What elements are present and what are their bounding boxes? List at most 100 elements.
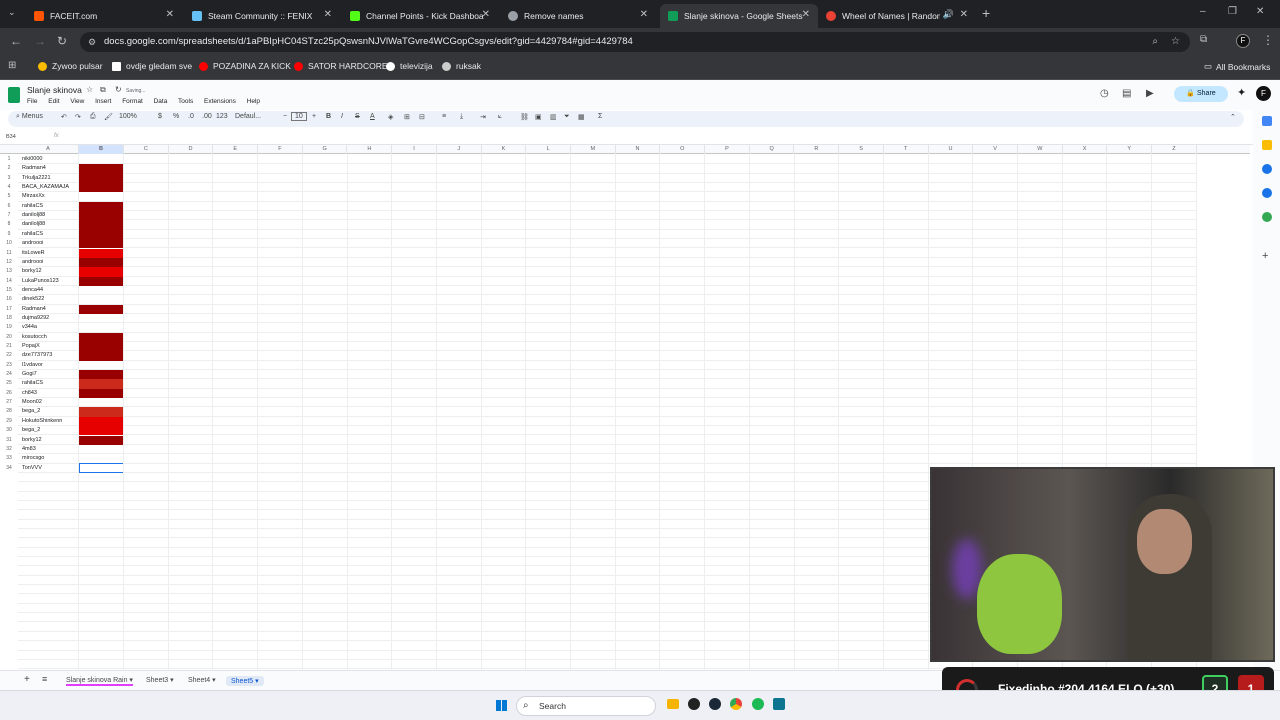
filled-cell[interactable] bbox=[79, 388, 124, 399]
menu-file[interactable]: File bbox=[27, 98, 37, 105]
close-icon[interactable]: ✕ bbox=[960, 9, 968, 20]
italic-icon[interactable]: I bbox=[341, 113, 343, 120]
filled-cell[interactable] bbox=[79, 201, 124, 212]
row-header[interactable] bbox=[0, 521, 18, 530]
row-header[interactable]: 22 bbox=[0, 352, 18, 361]
column-header[interactable]: D bbox=[169, 145, 214, 154]
functions-icon[interactable]: Σ bbox=[598, 113, 602, 120]
name-cell[interactable]: androooi bbox=[22, 239, 43, 248]
close-icon[interactable]: ✕ bbox=[802, 9, 810, 20]
name-cell[interactable]: dujma9292 bbox=[22, 314, 49, 323]
minimize-icon[interactable]: – bbox=[1200, 6, 1206, 17]
bookmark-televizija[interactable]: televizija bbox=[386, 61, 433, 71]
filled-cell[interactable] bbox=[79, 351, 124, 361]
strikethrough-icon[interactable]: S bbox=[355, 113, 360, 120]
row-header[interactable]: 34 bbox=[0, 465, 18, 474]
row-header[interactable]: 13 bbox=[0, 268, 18, 277]
sheet-tab-3[interactable]: Sheet3 ▾ bbox=[146, 676, 174, 684]
sheets-logo-icon[interactable] bbox=[8, 87, 20, 103]
filled-cell[interactable] bbox=[79, 342, 124, 352]
currency-button[interactable]: $ bbox=[158, 113, 162, 120]
row-header[interactable]: 7 bbox=[0, 212, 18, 221]
row-header[interactable] bbox=[0, 614, 18, 623]
name-cell[interactable]: mirocsgo bbox=[22, 454, 44, 463]
column-header[interactable]: W bbox=[1018, 145, 1063, 154]
column-header[interactable]: S bbox=[839, 145, 884, 154]
name-cell[interactable]: Moon02 bbox=[22, 398, 42, 407]
filled-cell[interactable] bbox=[79, 164, 124, 174]
name-cell[interactable]: dze7737973 bbox=[22, 351, 52, 360]
column-header[interactable]: J bbox=[437, 145, 482, 154]
tab-steam[interactable]: Steam Community :: FENIX ✕ bbox=[184, 4, 340, 28]
column-header[interactable]: I bbox=[392, 145, 437, 154]
column-header[interactable]: Z bbox=[1152, 145, 1197, 154]
new-tab-icon[interactable]: + bbox=[982, 5, 990, 21]
column-header[interactable]: N bbox=[616, 145, 661, 154]
name-cell[interactable]: rahilaCS bbox=[22, 379, 43, 388]
bookmark-sator[interactable]: SATOR HARDCORE bbox=[294, 61, 388, 71]
rotate-icon[interactable]: ⟀ bbox=[498, 113, 502, 121]
row-header[interactable] bbox=[0, 474, 18, 483]
borders-icon[interactable]: ⊞ bbox=[404, 113, 410, 121]
tab-kick[interactable]: Channel Points - Kick Dashboa ✕ bbox=[342, 4, 498, 28]
filled-cell[interactable] bbox=[79, 426, 124, 436]
zoom-icon[interactable]: ⌕ bbox=[1152, 32, 1158, 52]
tab-wheel-of-names[interactable]: Wheel of Names | Random 🔊 ✕ bbox=[818, 4, 976, 28]
filled-cell[interactable] bbox=[79, 248, 124, 258]
valign-icon[interactable]: ⤓ bbox=[460, 113, 463, 121]
column-header[interactable]: K bbox=[482, 145, 527, 154]
menu-format[interactable]: Format bbox=[122, 98, 143, 105]
row-header[interactable]: 3 bbox=[0, 175, 18, 184]
selected-cell[interactable] bbox=[79, 462, 124, 473]
row-header[interactable] bbox=[0, 511, 18, 520]
row-header[interactable] bbox=[0, 595, 18, 604]
tab-faceit[interactable]: FACEIT.com ✕ bbox=[26, 4, 182, 28]
column-header[interactable]: X bbox=[1063, 145, 1108, 154]
name-cell[interactable]: ch843 bbox=[22, 389, 37, 398]
row-header[interactable]: 32 bbox=[0, 446, 18, 455]
tasks-icon[interactable] bbox=[1262, 164, 1272, 174]
row-header[interactable] bbox=[0, 539, 18, 548]
column-header[interactable]: L bbox=[526, 145, 571, 154]
name-cell[interactable]: borky12 bbox=[22, 267, 42, 276]
add-addon-icon[interactable]: + bbox=[1262, 250, 1268, 262]
close-icon[interactable]: ✕ bbox=[482, 9, 490, 20]
apps-icon[interactable]: ⊞ bbox=[8, 60, 16, 71]
name-cell[interactable]: niki0000 bbox=[22, 155, 43, 164]
row-header[interactable]: 11 bbox=[0, 250, 18, 259]
name-cell[interactable]: danilolj88 bbox=[22, 211, 45, 220]
name-cell[interactable]: Trkulja2221 bbox=[22, 174, 51, 183]
filled-cell[interactable] bbox=[79, 332, 124, 342]
menu-insert[interactable]: Insert bbox=[95, 98, 111, 105]
comment-icon[interactable]: ▤ bbox=[1122, 88, 1131, 99]
filled-cell[interactable] bbox=[79, 239, 124, 249]
collapse-icon[interactable]: ⌃ bbox=[1230, 113, 1236, 121]
row-header[interactable]: 29 bbox=[0, 418, 18, 427]
column-header[interactable]: P bbox=[705, 145, 750, 154]
tab-google-sheets[interactable]: Slanje skinova - Google Sheets ✕ bbox=[660, 4, 818, 28]
spotify-icon[interactable] bbox=[752, 698, 764, 710]
site-info-icon[interactable]: ⚙ bbox=[88, 32, 96, 52]
menu-data[interactable]: Data bbox=[154, 98, 168, 105]
row-header[interactable]: 18 bbox=[0, 315, 18, 324]
row-header[interactable] bbox=[0, 652, 18, 661]
filled-cell[interactable] bbox=[79, 304, 124, 314]
filled-cell[interactable] bbox=[79, 435, 124, 445]
number-format-button[interactable]: 123 bbox=[216, 113, 228, 120]
column-header[interactable]: Y bbox=[1107, 145, 1153, 154]
paint-format-icon[interactable]: 🖌 bbox=[104, 113, 113, 121]
menu-view[interactable]: View bbox=[70, 98, 84, 105]
row-header[interactable]: 23 bbox=[0, 362, 18, 371]
bookmark-ruksak[interactable]: ruksak bbox=[442, 61, 481, 71]
name-cell[interactable]: kosutocch bbox=[22, 333, 47, 342]
tab-remove-names[interactable]: Remove names ✕ bbox=[500, 4, 656, 28]
row-header[interactable] bbox=[0, 605, 18, 614]
maps-icon[interactable] bbox=[1262, 212, 1272, 222]
name-cell[interactable]: LukaPunos123 bbox=[22, 277, 59, 286]
undo-icon[interactable]: ↶ bbox=[61, 113, 67, 121]
name-cell[interactable]: TonVVV bbox=[22, 464, 42, 473]
close-window-icon[interactable]: ✕ bbox=[1256, 6, 1264, 17]
history-icon[interactable]: ◷ bbox=[1100, 88, 1109, 99]
font-size-decrease[interactable]: − bbox=[283, 113, 287, 120]
menu-edit[interactable]: Edit bbox=[48, 98, 59, 105]
